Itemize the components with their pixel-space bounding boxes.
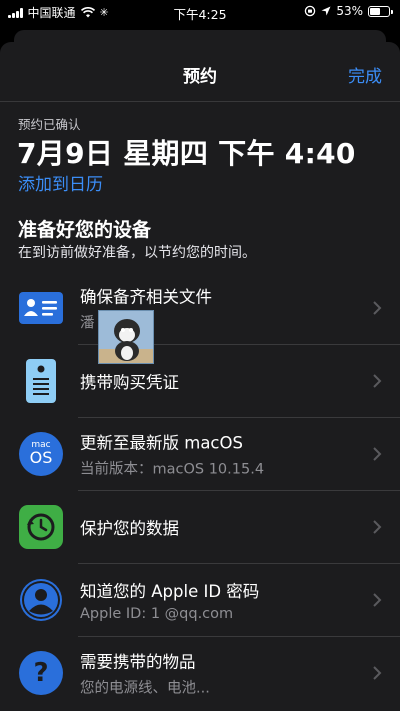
chevron-right-icon [373,519,382,534]
backup-icon [18,504,64,550]
item-subtitle: Apple ID: 1 @qq.com [80,605,234,622]
sticker-image [98,310,154,364]
item-title: 携带购买凭证 [80,372,179,392]
list-item-protect-data[interactable]: 保护您的数据 [0,490,400,563]
prepare-heading: 准备好您的设备 [18,219,152,241]
done-button[interactable]: 完成 [348,62,382,87]
battery-icon [368,5,393,17]
question-mark-glyph: ? [33,657,49,688]
macos-icon: mac OS [18,431,64,477]
status-bar: 中国联通 ✳ 下午4:25 53% [0,0,400,24]
chevron-right-icon [373,592,382,607]
list-item-things-to-bring[interactable]: ? 需要携带的物品 您的电源线、电池... [0,636,400,709]
chevron-right-icon [373,300,382,315]
rotation-lock-icon [305,5,316,17]
question-icon: ? [18,650,64,696]
prepare-subtitle: 在到访前做好准备，以节约您的时间。 [18,245,256,261]
item-title: 知道您的 Apple ID 密码 [80,581,260,601]
list-item-documents[interactable]: 确保备齐相关文件 潘 生/女士 [0,271,400,344]
item-subtitle: 您的电源线、电池... [80,680,210,696]
location-icon [321,6,331,16]
macos-icon-text-bottom: OS [29,448,53,467]
nav-bar: 预约 完成 [0,42,400,102]
battery-percent: 53% [336,4,363,18]
nav-title: 预约 [183,67,217,87]
checklist: 确保备齐相关文件 潘 生/女士 携带购买凭证 [0,271,400,709]
user-icon [18,577,64,623]
list-item-apple-id[interactable]: 知道您的 Apple ID 密码 Apple ID: 1 @qq.com [0,563,400,636]
add-to-calendar-link[interactable]: 添加到日历 [18,170,103,195]
receipt-icon [18,358,64,404]
id-card-icon [18,285,64,331]
item-title: 保护您的数据 [80,518,179,538]
chevron-right-icon [373,446,382,461]
item-subtitle: 当前版本：macOS 10.15.4 [80,461,265,477]
item-title: 更新至最新版 macOS [80,433,243,452]
chevron-right-icon [373,373,382,388]
list-item-receipt[interactable]: 携带购买凭证 [0,344,400,417]
status-right: 53% [304,4,393,18]
item-title: 确保备齐相关文件 [80,287,212,306]
chevron-right-icon [373,665,382,680]
item-title: 需要携带的物品 [80,652,196,671]
list-item-macos[interactable]: mac OS 更新至最新版 macOS 当前版本：macOS 10.15.4 [0,417,400,490]
appointment-sheet: 预约 完成 预约已确认 7月9日 星期四 下午 4:40 添加到日历 准备好您的… [0,42,400,711]
confirmed-label: 预约已确认 [18,117,81,132]
appointment-datetime: 7月9日 星期四 下午 4:40 [17,137,356,170]
